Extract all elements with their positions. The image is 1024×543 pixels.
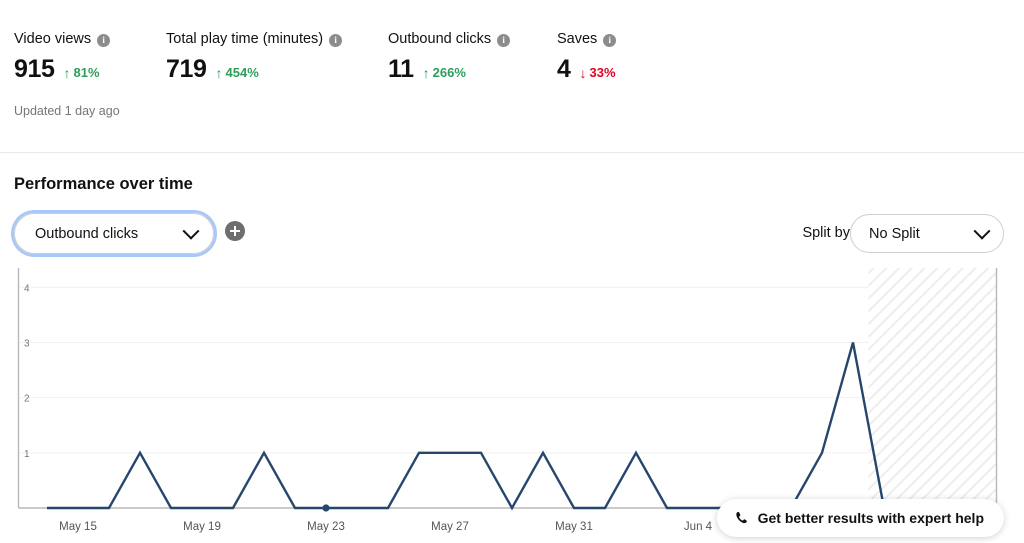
metric-card-saves[interactable]: Saves i 4 ↓ 33% xyxy=(557,30,707,84)
expert-help-label: Get better results with expert help xyxy=(757,510,984,526)
metric-card-total-play-time[interactable]: Total play time (minutes) i 719 ↑ 454% xyxy=(166,30,388,84)
metric-select[interactable]: Outbound clicks xyxy=(14,213,214,254)
metric-value-row: 915 ↑ 81% xyxy=(14,55,166,84)
metric-delta: ↑ 454% xyxy=(215,64,259,81)
chevron-down-icon xyxy=(182,222,200,240)
arrow-up-icon: ↑ xyxy=(215,65,223,81)
metric-value: 11 xyxy=(388,55,414,83)
x-tick-label: Jun 4 xyxy=(684,521,713,533)
info-icon[interactable]: i xyxy=(603,33,617,47)
x-tick-label: May 27 xyxy=(431,521,469,533)
info-icon[interactable]: i xyxy=(329,33,343,47)
metric-header: Total play time (minutes) i xyxy=(166,30,388,48)
y-tick-label: 3 xyxy=(24,338,30,349)
x-tick-label: May 23 xyxy=(307,521,345,533)
metric-select-value: Outbound clicks xyxy=(35,225,139,242)
arrow-down-icon: ↓ xyxy=(579,65,587,81)
metrics-summary-strip: Video views i 915 ↑ 81% Total play time … xyxy=(0,0,1024,153)
x-tick-label: May 15 xyxy=(59,521,97,533)
arrow-up-icon: ↑ xyxy=(63,65,71,81)
metric-value-row: 4 ↓ 33% xyxy=(557,55,707,84)
metric-value-row: 719 ↑ 454% xyxy=(166,55,388,84)
data-point-marker[interactable] xyxy=(322,504,330,512)
updated-timestamp: Updated 1 day ago xyxy=(14,104,120,118)
expert-help-button[interactable]: Get better results with expert help xyxy=(716,499,1004,537)
analytics-page: Video views i 915 ↑ 81% Total play time … xyxy=(0,0,1024,543)
metric-delta-value: 266% xyxy=(432,64,466,80)
chart-x-tick-labels: May 15 May 19 May 23 May 27 May 31 Jun 4 xyxy=(59,521,713,533)
metric-label: Total play time (minutes) xyxy=(166,31,324,47)
metric-header: Video views i xyxy=(14,30,166,48)
split-by-label: Split by xyxy=(802,225,850,241)
y-tick-label: 2 xyxy=(24,394,30,405)
metric-value: 915 xyxy=(14,55,55,83)
chart-data-line xyxy=(47,342,915,511)
metric-select-focus-ring: Outbound clicks xyxy=(14,213,214,254)
split-by-select[interactable]: No Split xyxy=(850,214,1004,253)
page-title: Performance over time xyxy=(14,175,193,193)
chart-y-tick-labels: 1 2 3 4 xyxy=(24,283,30,460)
y-tick-label: 4 xyxy=(24,283,30,294)
x-tick-label: May 19 xyxy=(183,521,221,533)
metric-label: Outbound clicks xyxy=(388,31,492,47)
x-tick-label: May 31 xyxy=(555,521,593,533)
chart-gridlines xyxy=(18,286,997,454)
metric-header: Saves i xyxy=(557,30,707,48)
info-icon[interactable]: i xyxy=(97,33,111,47)
chevron-down-icon xyxy=(973,222,991,240)
chart-data-markers xyxy=(322,504,330,512)
metric-delta: ↑ 266% xyxy=(422,64,466,81)
metric-card-outbound-clicks[interactable]: Outbound clicks i 11 ↑ 266% xyxy=(388,30,557,84)
metric-delta: ↑ 81% xyxy=(63,64,100,81)
arrow-up-icon: ↑ xyxy=(422,65,430,81)
info-icon[interactable]: i xyxy=(497,33,511,47)
metric-delta: ↓ 33% xyxy=(579,64,616,81)
metric-value: 4 xyxy=(557,55,571,83)
metric-header: Outbound clicks i xyxy=(388,30,557,48)
metric-label: Saves xyxy=(557,31,598,47)
add-metric-button[interactable] xyxy=(225,221,245,241)
metric-delta-value: 454% xyxy=(225,64,259,80)
metric-value-row: 11 ↑ 266% xyxy=(388,55,557,84)
metrics-row: Video views i 915 ↑ 81% Total play time … xyxy=(14,30,707,84)
metric-delta-value: 33% xyxy=(589,64,616,80)
forecast-shaded-region xyxy=(868,268,997,508)
metric-delta-value: 81% xyxy=(73,64,100,80)
metric-label: Video views xyxy=(14,31,92,47)
phone-icon xyxy=(735,511,747,524)
y-tick-label: 1 xyxy=(24,449,30,460)
metric-card-video-views[interactable]: Video views i 915 ↑ 81% xyxy=(14,30,166,84)
metric-value: 719 xyxy=(166,55,207,83)
split-by-value: No Split xyxy=(869,225,920,242)
